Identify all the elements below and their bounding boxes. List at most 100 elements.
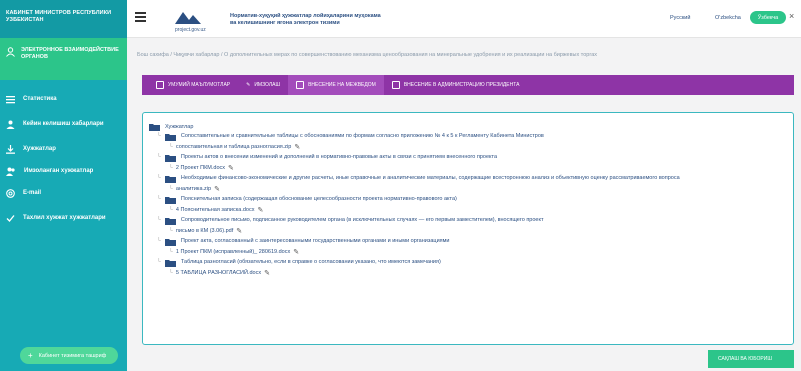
file-link[interactable]: 2 Проект ПКМ.docx <box>176 165 225 171</box>
tree-file[interactable]: └ аналитика.zip ✎ <box>149 183 793 195</box>
edit-icon[interactable]: ✎ <box>293 248 299 256</box>
sidebar: КАБИНЕТ МИНИСТРОВ РЕСПУБЛИКИ УЗБЕКИСТАН … <box>0 0 127 371</box>
sidebar-item-documents[interactable]: Хужжатлар <box>0 138 127 160</box>
tab-interagency[interactable]: ВНЕСЕНИЕ НА МЕЖВЕДОМ <box>288 75 384 95</box>
tree-root[interactable]: Хужжатлар <box>149 121 793 132</box>
edit-icon[interactable]: ✎ <box>294 143 300 151</box>
folder-label: Сопроводительное письмо, подписанное рук… <box>180 217 544 223</box>
edit-icon[interactable]: ✎ <box>236 227 242 235</box>
tree-folder[interactable]: └ Сопоставительные и сравнительные таблиц… <box>149 132 793 141</box>
folder-label: Проект акта, согласованный с заинтересов… <box>180 238 450 244</box>
tree-nodes: └ Сопоставительные и сравнительные таблиц… <box>149 132 793 279</box>
sidebar-item-statistics[interactable]: Статистика <box>0 88 127 110</box>
edit-icon[interactable]: ✎ <box>214 185 220 193</box>
documents-panel: Хужжатлар └ Сопоставительные и сравнитель… <box>142 112 794 345</box>
tree-folder[interactable]: └ Таблица разногласий (обязательно, если … <box>149 258 793 267</box>
folder-label: Пояснительная записка (содержащая обосно… <box>180 196 457 202</box>
list-icon <box>6 95 15 103</box>
tree-file[interactable]: └ 4 Пояснительная записка.docx ✎ <box>149 204 793 216</box>
tree-connector: └ <box>157 238 161 244</box>
tab-sign[interactable]: ✎ ИМЗОЛАШ <box>238 75 288 95</box>
check-icon <box>6 214 15 222</box>
tree-connector: └ <box>157 154 161 160</box>
plus-icon: + <box>28 351 33 360</box>
file-link[interactable]: письмо в КМ (3.06).pdf <box>176 228 233 234</box>
tree-file[interactable]: └ 2 Проект ПКМ.docx ✎ <box>149 162 793 174</box>
tree-connector: └ <box>169 207 173 213</box>
tree-folder[interactable]: └ Проект акта, согласованный с заинтересо… <box>149 237 793 246</box>
edit-icon[interactable]: ✎ <box>228 164 234 172</box>
close-icon[interactable]: × <box>789 11 794 21</box>
pen-icon: ✎ <box>246 82 251 88</box>
tree-connector: └ <box>169 165 173 171</box>
sidebar-item-signed[interactable]: Имзоланган хужжатлар <box>0 160 127 182</box>
logo-text: project.gov.uz <box>175 27 206 33</box>
lang-active-button[interactable]: Ўзбекча <box>750 11 786 24</box>
doc-icon <box>391 81 400 89</box>
tree-connector: └ <box>169 249 173 255</box>
tree-connector: └ <box>169 144 173 150</box>
folder-open-icon <box>164 134 176 141</box>
download-icon <box>6 144 15 154</box>
save-button[interactable]: САҚЛАШ ВА ЮБОРИШ <box>708 350 794 368</box>
file-link[interactable]: 1 Проект ПКМ (исправленный)_ 280619.docx <box>176 249 290 255</box>
sidebar-item-active[interactable]: ЭЛЕКТРОННОЕ ВЗАИМОДЕЙСТВИЕ ОРГАНОВ <box>0 38 127 80</box>
lang-ru-link[interactable]: Русский <box>670 15 690 21</box>
tree-folder[interactable]: └ Проекты актов о внесении изменений и до… <box>149 153 793 162</box>
sidebar-item-label: Имзоланган хужжатлар <box>24 168 94 174</box>
folder-label: Проекты актов о внесении изменений и доп… <box>180 154 498 160</box>
tree-folder[interactable]: └ Сопроводительное письмо, подписанное ру… <box>149 216 793 225</box>
cabinet-button-label: Кабинет тизимига ташриф <box>38 352 107 359</box>
tree-file[interactable]: └ сопоставительная и таблица разногласия.… <box>149 141 793 153</box>
sidebar-item-email[interactable]: E-mail <box>0 182 127 204</box>
folder-open-icon <box>164 176 176 183</box>
folder-open-icon <box>164 239 176 246</box>
tree-file[interactable]: └ письмо в КМ (3.06).pdf ✎ <box>149 225 793 237</box>
folder-open-icon <box>164 155 176 162</box>
tree-folder[interactable]: └ Пояснительная записка (содержащая обосн… <box>149 195 793 204</box>
tree-connector: └ <box>157 133 161 139</box>
folder-label: Таблица разногласий (обязательно, если в… <box>180 259 441 265</box>
menu-icon[interactable] <box>135 12 146 24</box>
tree-connector: └ <box>169 186 173 192</box>
tree-connector: └ <box>157 196 161 202</box>
users-icon <box>6 167 15 176</box>
sidebar-item-label: Кейин келишиш хабарлари <box>23 120 104 127</box>
tree-connector: └ <box>157 259 161 265</box>
tree-connector: └ <box>157 175 161 181</box>
edit-icon[interactable]: ✎ <box>264 269 270 277</box>
sidebar-active-label: ЭЛЕКТРОННОЕ ВЗАИМОДЕЙСТВИЕ ОРГАНОВ <box>21 47 119 60</box>
folder-open-icon <box>164 260 176 267</box>
file-link[interactable]: аналитика.zip <box>176 186 211 192</box>
user-icon <box>6 120 15 129</box>
tree-file[interactable]: └ 5 ТАБЛИЦА РАЗНОГЛАСИЙ.docx ✎ <box>149 267 793 279</box>
lang-uz-link[interactable]: O'zbekcha <box>715 15 741 21</box>
info-icon <box>156 81 164 89</box>
edit-icon[interactable]: ✎ <box>257 206 263 214</box>
folder-label: Сопоставительные и сравнительные таблицы… <box>180 133 544 139</box>
sidebar-item-label: Статистика <box>23 96 57 102</box>
cabinet-button[interactable]: + Кабинет тизимига ташриф <box>20 347 118 364</box>
sidebar-header: КАБИНЕТ МИНИСТРОВ РЕСПУБЛИКИ УЗБЕКИСТАН <box>0 0 127 38</box>
folder-open-icon <box>164 218 176 225</box>
file-link[interactable]: 5 ТАБЛИЦА РАЗНОГЛАСИЙ.docx <box>176 270 261 276</box>
site-title: Норматив-хуқуқий ҳужжатлар лойиҳаларини … <box>230 13 381 26</box>
tab-general[interactable]: УМУМИЙ МАЪЛУМОТЛАР <box>148 75 238 95</box>
sidebar-item-label: Тахлил хужжат хужжатлари <box>23 214 106 221</box>
tree-connector: └ <box>169 270 173 276</box>
file-link[interactable]: сопоставительная и таблица разногласия.z… <box>176 144 291 150</box>
sidebar-item-notifications[interactable]: Кейин келишиш хабарлари <box>0 110 127 138</box>
sidebar-item-label: E-mail <box>23 190 42 196</box>
tab-bar: УМУМИЙ МАЪЛУМОТЛАР ✎ ИМЗОЛАШ ВНЕСЕНИЕ НА … <box>142 75 794 95</box>
tree-connector: └ <box>157 217 161 223</box>
tree-folder[interactable]: └ Необходимые финансово-экономические и д… <box>149 174 793 183</box>
folder-open-icon <box>149 124 160 131</box>
breadcrumb[interactable]: Бош сахифа / Чиқувчи хабарлар / О дополн… <box>137 52 597 58</box>
doc-icon <box>296 81 305 89</box>
at-icon <box>6 188 15 198</box>
sidebar-item-analysis[interactable]: Тахлил хужжат хужжатлари <box>0 204 127 232</box>
tree-file[interactable]: └ 1 Проект ПКМ (исправленный)_ 280619.doc… <box>149 246 793 258</box>
tab-president[interactable]: ВНЕСЕНИЕ В АДМИНИСТРАЦИЮ ПРЕЗИДЕНТА <box>384 75 528 95</box>
tree-connector: └ <box>169 228 173 234</box>
file-link[interactable]: 4 Пояснительная записка.docx <box>176 207 255 213</box>
